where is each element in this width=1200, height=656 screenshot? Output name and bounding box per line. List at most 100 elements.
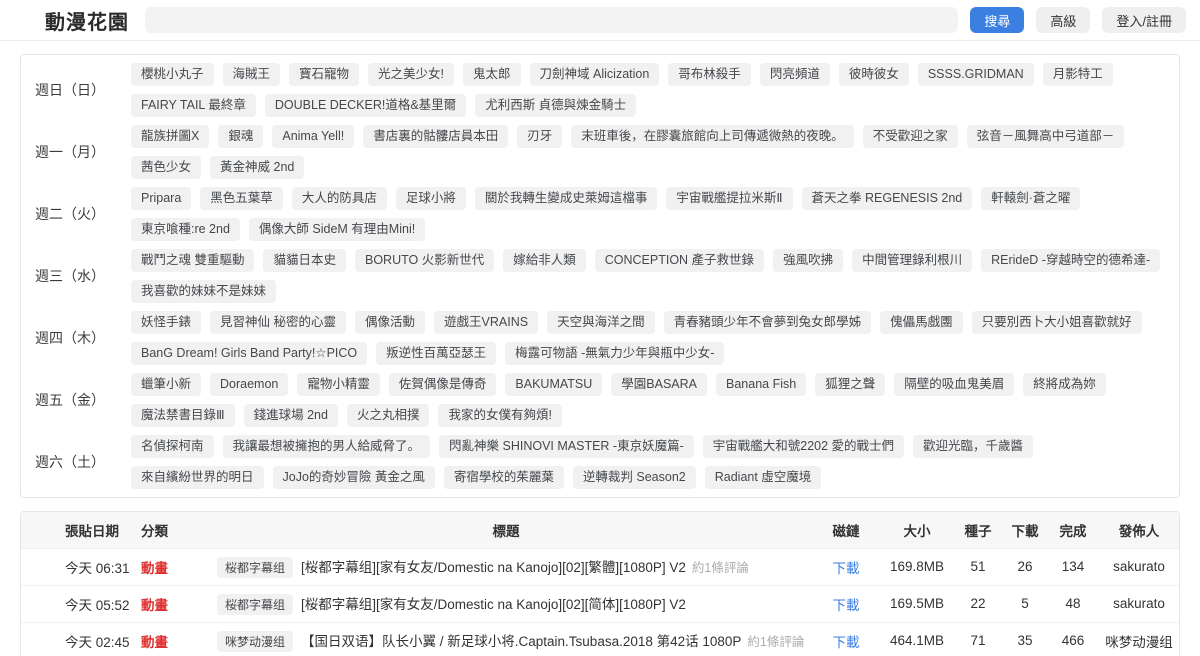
show-tag[interactable]: 大人的防具店 bbox=[291, 187, 387, 210]
show-tag[interactable]: Banana Fish bbox=[716, 373, 807, 396]
publisher-link[interactable]: sakurato bbox=[1113, 559, 1165, 574]
show-tag[interactable]: 隔壁的吸血鬼美眉 bbox=[894, 373, 1015, 396]
show-tag[interactable]: 閃亂神樂 SHINOVI MASTER -東京妖魔篇- bbox=[439, 435, 694, 458]
show-tag[interactable]: 梅露可物語 -無氣力少年與瓶中少女- bbox=[505, 342, 725, 365]
magnet-download-link[interactable]: 下載 bbox=[833, 598, 860, 613]
show-tag[interactable]: 逆轉裁判 Season2 bbox=[572, 466, 696, 489]
show-tag[interactable]: 宇宙戰艦大和號2202 愛的戰士們 bbox=[702, 435, 905, 458]
show-tag[interactable]: 終將成為妳 bbox=[1023, 373, 1106, 396]
show-tag[interactable]: 龍族拼圖X bbox=[131, 125, 210, 148]
show-tag[interactable]: 我家的女僕有夠煩! bbox=[438, 404, 562, 427]
show-tag[interactable]: 末班車後，在膠囊旅館向上司傳遞微熱的夜晚。 bbox=[571, 125, 854, 148]
show-tag[interactable]: 寄宿學校的茱麗葉 bbox=[443, 466, 564, 489]
title-link[interactable]: [桜都字幕组][家有女友/Domestic na Kanojo][02][简体]… bbox=[301, 597, 686, 612]
show-tag[interactable]: JoJo的奇妙冒險 黃金之風 bbox=[272, 466, 435, 489]
show-tag[interactable]: 刃牙 bbox=[517, 125, 563, 148]
show-tag[interactable]: 黃金神威 2nd bbox=[210, 156, 305, 179]
show-tag[interactable]: 茜色少女 bbox=[131, 156, 202, 179]
show-tag[interactable]: 名偵探柯南 bbox=[131, 435, 214, 458]
show-tag[interactable]: Anima Yell! bbox=[272, 125, 355, 148]
magnet-download-link[interactable]: 下載 bbox=[833, 635, 860, 650]
show-tag[interactable]: 學園BASARA bbox=[611, 373, 708, 396]
show-tag[interactable]: 中間管理錄利根川 bbox=[852, 249, 973, 272]
show-tag[interactable]: 傀儡馬戲團 bbox=[880, 311, 963, 334]
show-tag[interactable]: BORUTO 火影新世代 bbox=[355, 249, 495, 272]
show-tag[interactable]: DOUBLE DECKER!道格&基里爾 bbox=[264, 94, 467, 117]
show-tag[interactable]: 寶石寵物 bbox=[289, 63, 360, 86]
show-tag[interactable]: RErideD -穿越時空的德希達- bbox=[981, 249, 1161, 272]
show-tag[interactable]: CONCEPTION 產子救世錄 bbox=[594, 249, 765, 272]
show-tag[interactable]: 銀魂 bbox=[218, 125, 264, 148]
show-tag[interactable]: 哥布林殺手 bbox=[668, 63, 751, 86]
show-tag[interactable]: 火之丸相撲 bbox=[346, 404, 430, 427]
show-tag[interactable]: 妖怪手錶 bbox=[131, 311, 202, 334]
day-label: 週五（金） bbox=[35, 392, 105, 408]
group-tag[interactable]: 桜都字幕组 bbox=[217, 556, 294, 578]
show-tag[interactable]: 閃亮頻道 bbox=[759, 63, 830, 86]
show-tag[interactable]: 錢進球場 2nd bbox=[243, 404, 338, 427]
publisher-link[interactable]: 咪梦动漫组 bbox=[1105, 635, 1173, 650]
show-tag[interactable]: 軒轅劍·蒼之曜 bbox=[981, 187, 1081, 210]
show-tag[interactable]: 宇宙戰艦提拉米斯Ⅱ bbox=[666, 187, 793, 210]
title-link[interactable]: 【国日双语】队长小翼 / 新足球小将.Captain.Tsubasa.2018 … bbox=[301, 634, 741, 649]
magnet-download-link[interactable]: 下載 bbox=[833, 561, 860, 576]
show-tag[interactable]: 寵物小精靈 bbox=[297, 373, 380, 396]
show-tag[interactable]: 佐賀偶像是傳奇 bbox=[388, 373, 497, 396]
show-tag[interactable]: 不受歡迎之家 bbox=[862, 125, 958, 148]
advanced-search-button[interactable]: 高級 bbox=[1036, 7, 1091, 33]
show-tag[interactable]: 蒼天之拳 REGENESIS 2nd bbox=[801, 187, 973, 210]
show-tag[interactable]: FAIRY TAIL 最終章 bbox=[131, 94, 256, 117]
category-link[interactable]: 動畫 bbox=[141, 635, 168, 650]
title-link[interactable]: [桜都字幕组][家有女友/Domestic na Kanojo][02][繁體]… bbox=[301, 560, 686, 575]
show-tag[interactable]: 天空與海洋之間 bbox=[547, 311, 655, 334]
show-tag[interactable]: 戰鬥之魂 雙重驅動 bbox=[131, 249, 255, 272]
show-tag[interactable]: 嫁給非人類 bbox=[503, 249, 586, 272]
group-tag[interactable]: 桜都字幕组 bbox=[217, 593, 294, 615]
show-tag[interactable]: 弦音－風舞高中弓道部－ bbox=[966, 125, 1125, 148]
publisher-link[interactable]: sakurato bbox=[1113, 596, 1165, 611]
show-tag[interactable]: 遊戲王VRAINS bbox=[434, 311, 539, 334]
show-tag[interactable]: 月影特工 bbox=[1042, 63, 1113, 86]
category-link[interactable]: 動畫 bbox=[141, 598, 168, 613]
show-tag[interactable]: 櫻桃小丸子 bbox=[131, 63, 214, 86]
search-input[interactable] bbox=[145, 7, 959, 33]
show-tag[interactable]: 只要別西卜大小姐喜歡就好 bbox=[971, 311, 1142, 334]
cell-completed: 134 bbox=[1047, 547, 1099, 585]
show-tag[interactable]: 關於我轉生變成史萊姆這檔事 bbox=[474, 187, 658, 210]
show-tag[interactable]: 來自繽紛世界的明日 bbox=[131, 466, 264, 489]
show-tag[interactable]: 我讓最想被擁抱的男人給威脅了。 bbox=[222, 435, 431, 458]
show-tag[interactable]: 我喜歡的妹妹不是妹妹 bbox=[131, 280, 277, 303]
show-tag[interactable]: 見習神仙 秘密的心靈 bbox=[210, 311, 346, 334]
show-tag[interactable]: Doraemon bbox=[210, 373, 289, 396]
show-tag[interactable]: 強風吹拂 bbox=[773, 249, 844, 272]
show-tag[interactable]: 尤利西斯 貞德與煉金騎士 bbox=[475, 94, 637, 117]
show-tag[interactable]: 蠟筆小新 bbox=[131, 373, 202, 396]
show-tag[interactable]: 偶像活動 bbox=[355, 311, 426, 334]
show-tag[interactable]: 歡迎光臨，千歲醬 bbox=[913, 435, 1034, 458]
show-tag[interactable]: BanG Dream! Girls Band Party!☆PICO bbox=[131, 342, 368, 365]
show-tag[interactable]: 海賊王 bbox=[222, 63, 281, 86]
login-register-button[interactable]: 登入/註冊 bbox=[1102, 7, 1186, 33]
show-tag[interactable]: BAKUMATSU bbox=[505, 373, 603, 396]
show-tag[interactable]: 偶像大師 SideM 有理由Mini! bbox=[248, 218, 426, 241]
show-tag[interactable]: Radiant 虛空魔境 bbox=[704, 466, 822, 489]
category-link[interactable]: 動畫 bbox=[141, 561, 168, 576]
show-tag[interactable]: 鬼太郎 bbox=[463, 63, 521, 86]
show-tag[interactable]: 黑色五葉草 bbox=[200, 187, 283, 210]
show-tag[interactable]: 彼時彼女 bbox=[838, 63, 909, 86]
search-button[interactable]: 搜尋 bbox=[970, 7, 1025, 33]
show-tag[interactable]: 東京喰種:re 2nd bbox=[131, 218, 240, 241]
show-tag[interactable]: 足球小將 bbox=[395, 187, 466, 210]
show-tag[interactable]: 貓貓日本史 bbox=[263, 249, 346, 272]
show-tag[interactable]: SSSS.GRIDMAN bbox=[917, 63, 1034, 86]
show-tag[interactable]: 光之美少女! bbox=[368, 63, 455, 86]
show-tag[interactable]: Pripara bbox=[131, 187, 192, 210]
show-tag[interactable]: 書店裏的骷髏店員本田 bbox=[363, 125, 509, 148]
show-tag[interactable]: 魔法禁書目錄Ⅲ bbox=[131, 404, 235, 427]
show-tag[interactable]: 狐狸之聲 bbox=[815, 373, 886, 396]
show-tag[interactable]: 叛逆性百萬亞瑟王 bbox=[376, 342, 497, 365]
show-tag[interactable]: 青春豬頭少年不會夢到兔女郎學姊 bbox=[663, 311, 872, 334]
torrent-table-body: 今天 06:31 動畫 桜都字幕组 [桜都字幕组][家有女友/Domestic na … bbox=[21, 547, 1179, 656]
group-tag[interactable]: 咪梦动漫组 bbox=[217, 630, 294, 652]
show-tag[interactable]: 刀劍神域 Alicization bbox=[529, 63, 660, 86]
